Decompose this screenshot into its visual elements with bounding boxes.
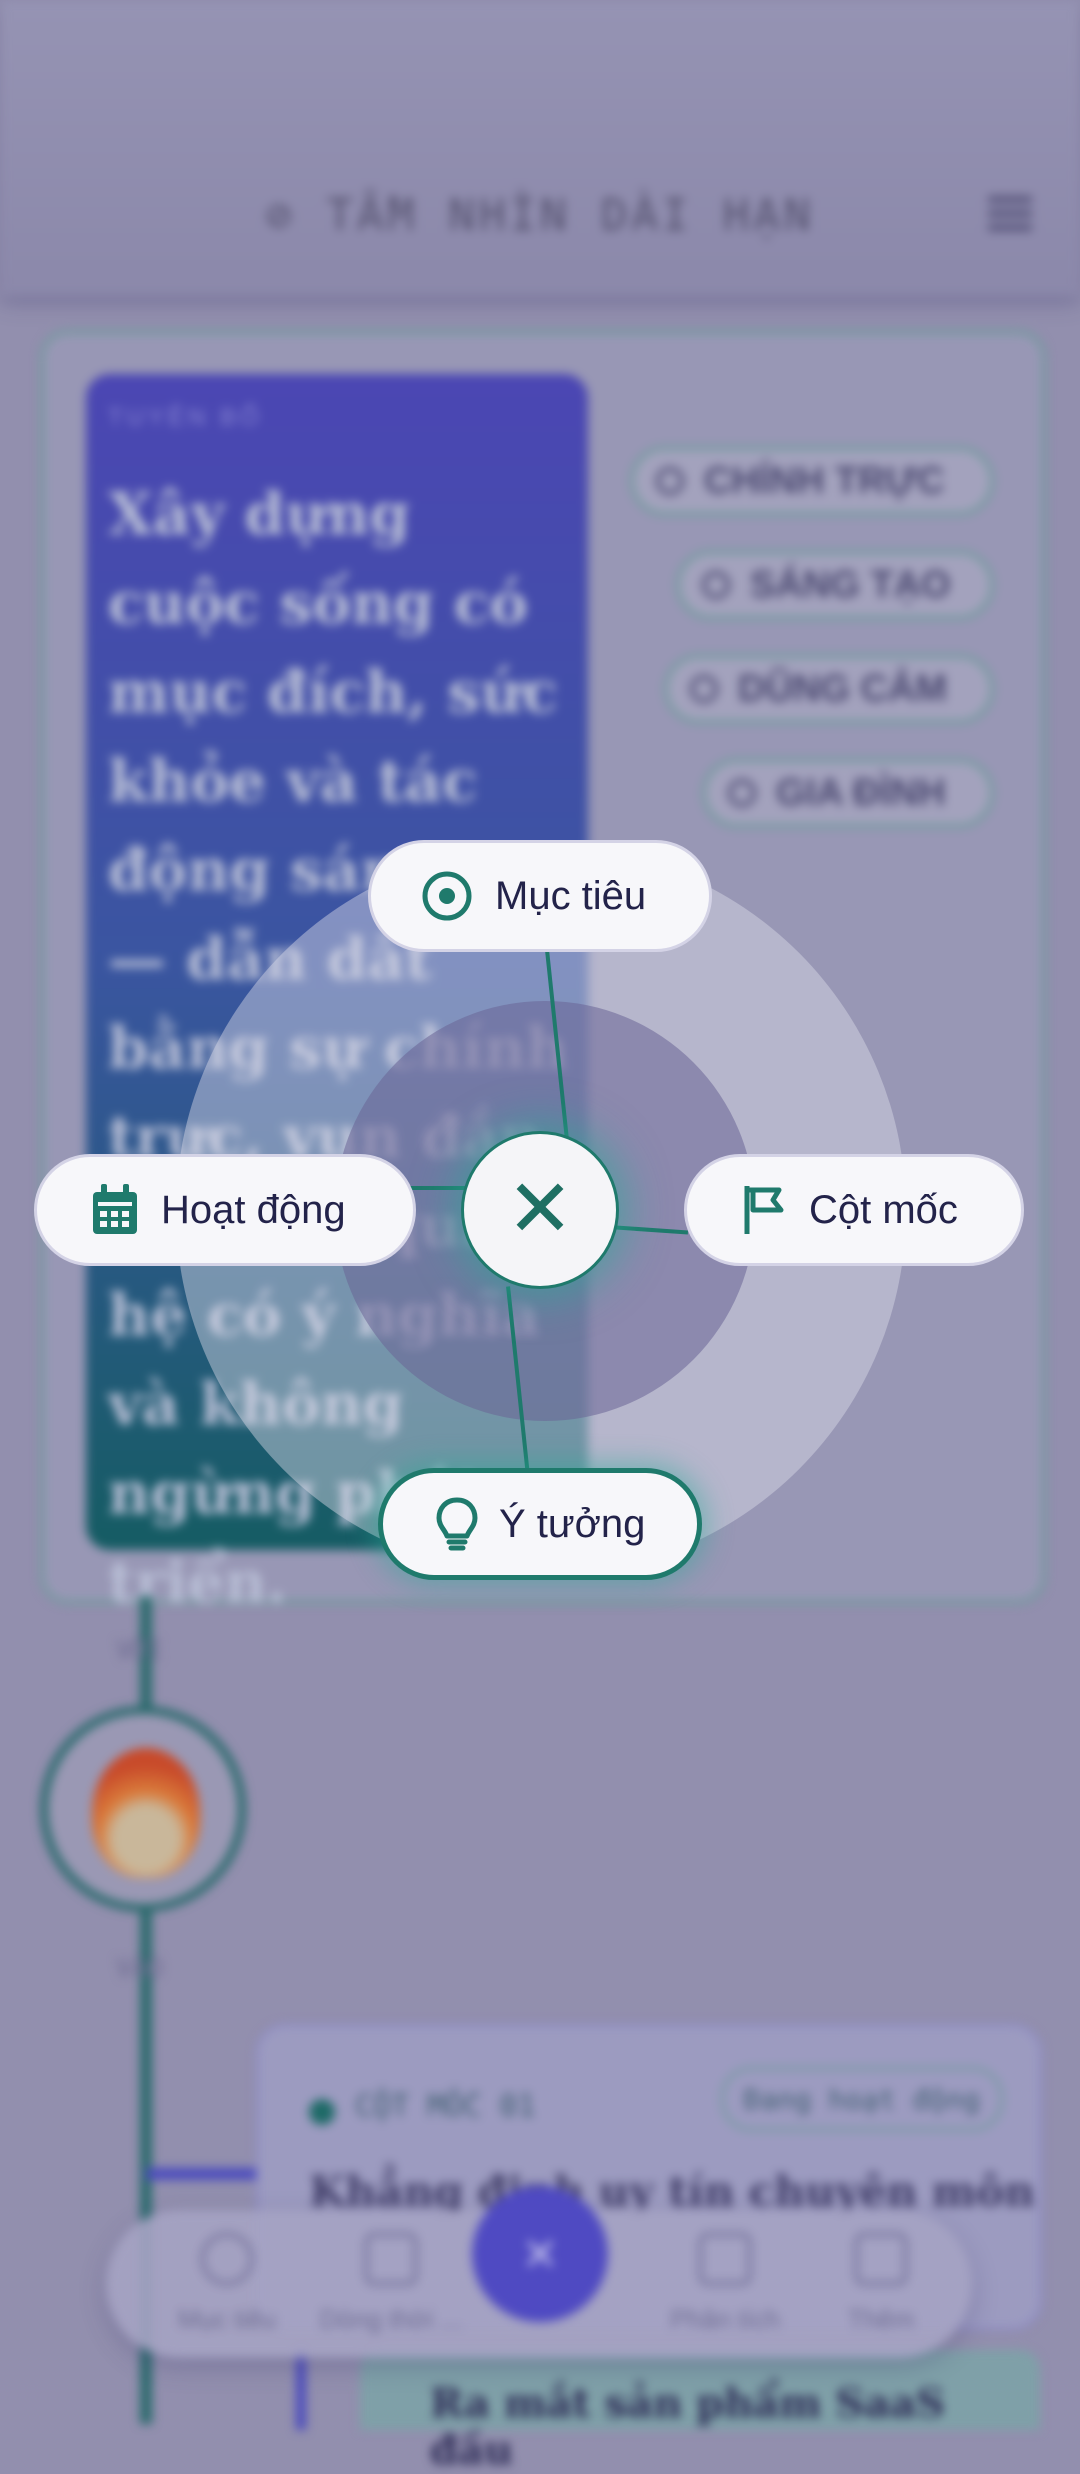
close-menu-button[interactable]: ✕ [461, 1131, 619, 1289]
menu-item-activity[interactable]: Hoạt động [34, 1154, 416, 1266]
connector-left [410, 1186, 466, 1190]
flag-icon [744, 1186, 784, 1234]
radial-menu-overlay: ✕ Mục tiêu Hoạt động Cột mốc Ý tưởng [0, 0, 1080, 2424]
menu-item-milestone-label: Cột mốc [809, 1187, 958, 1232]
menu-item-activity-label: Hoạt động [161, 1187, 346, 1232]
menu-item-milestone[interactable]: Cột mốc [684, 1154, 1024, 1266]
menu-item-goal[interactable]: Mục tiêu [368, 840, 712, 952]
lightbulb-icon [436, 1497, 478, 1551]
calendar-icon [93, 1184, 137, 1234]
target-icon [422, 871, 472, 921]
menu-item-idea[interactable]: Ý tưởng [378, 1468, 702, 1580]
menu-item-idea-label: Ý tưởng [499, 1501, 646, 1546]
menu-item-goal-label: Mục tiêu [495, 873, 647, 918]
close-icon: ✕ [506, 1164, 574, 1253]
